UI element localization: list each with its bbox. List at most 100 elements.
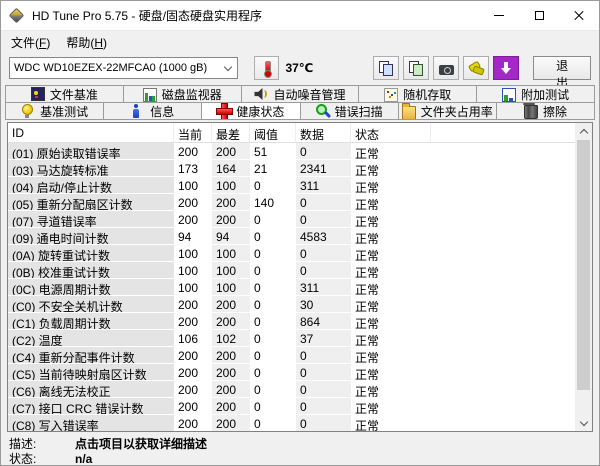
cell-filler (431, 313, 575, 330)
cell-filler (431, 296, 575, 313)
table-row[interactable]: (C7) 接口 CRC 错误计数20020000正常 (8, 398, 575, 415)
cell-id: (0C) 电源周期计数 (8, 279, 174, 296)
cell-data: 0 (296, 143, 351, 160)
cell-filler (431, 228, 575, 245)
vertical-scrollbar[interactable] (575, 123, 592, 431)
cell-id: (C1) 负载周期计数 (8, 313, 174, 330)
column-header-status[interactable]: 状态 (351, 123, 431, 142)
table-row[interactable]: (01) 原始读取错误率200200510正常 (8, 143, 575, 160)
column-header-id[interactable]: ID (8, 123, 174, 142)
cell-status: 正常 (351, 313, 431, 330)
temperature-button[interactable] (254, 56, 280, 80)
benchmark-icon (21, 104, 35, 118)
cell-data: 37 (296, 330, 351, 347)
tab-file-benchmark[interactable]: 文件基准 (5, 85, 124, 103)
cell-data: 0 (296, 364, 351, 381)
cell-status: 正常 (351, 211, 431, 228)
cell-worst: 94 (212, 228, 250, 245)
cell-filler (431, 347, 575, 364)
tab-error-scan[interactable]: 错误扫描 (300, 102, 399, 120)
cell-id: (09) 通电时间计数 (8, 228, 174, 245)
minimize-button[interactable] (479, 1, 519, 30)
column-header-worst[interactable]: 最差 (212, 123, 250, 142)
table-row[interactable]: (05) 重新分配扇区计数2002001400正常 (8, 194, 575, 211)
notes-icon (469, 61, 484, 75)
options-button[interactable] (463, 56, 489, 80)
table-row[interactable]: (C5) 当前待映射扇区计数20020000正常 (8, 364, 575, 381)
drive-select[interactable]: WDC WD10EZEX-22MFCA0 (1000 gB) (9, 57, 238, 79)
column-header-data[interactable]: 数据 (296, 123, 351, 142)
copy-info-button[interactable] (373, 56, 399, 80)
cell-status: 正常 (351, 279, 431, 296)
cell-current: 106 (174, 330, 212, 347)
table-row[interactable]: (0B) 校准重试计数10010000正常 (8, 262, 575, 279)
column-header-current[interactable]: 当前 (174, 123, 212, 142)
tab-disk-monitor[interactable]: 磁盘监视器 (123, 85, 242, 103)
cell-current: 100 (174, 245, 212, 262)
cell-data: 0 (296, 262, 351, 279)
cell-id: (C8) 写入错误率 (8, 415, 174, 432)
table-row[interactable]: (C1) 负载周期计数2002000864正常 (8, 313, 575, 330)
tab-benchmark[interactable]: 基准测试 (5, 102, 104, 120)
scrollbar-thumb[interactable] (577, 140, 590, 390)
cell-filler (431, 262, 575, 279)
table-row[interactable]: (C4) 重新分配事件计数20020000正常 (8, 347, 575, 364)
tab-info[interactable]: 信息 (103, 102, 202, 120)
scroll-down-button[interactable] (575, 415, 592, 431)
cell-status: 正常 (351, 262, 431, 279)
table-row[interactable]: (C8) 写入错误率20020000正常 (8, 415, 575, 432)
save-screenshot-button[interactable] (433, 56, 459, 80)
table-row[interactable]: (0A) 旋转重试计数10010000正常 (8, 245, 575, 262)
table-row[interactable]: (03) 马达旋转标准173164212341正常 (8, 160, 575, 177)
cell-worst: 200 (212, 296, 250, 313)
cell-current: 200 (174, 143, 212, 160)
random-access-icon (384, 88, 398, 102)
cell-status: 正常 (351, 296, 431, 313)
tab-extra-tests[interactable]: 附加测试 (476, 85, 595, 103)
cell-data: 0 (296, 415, 351, 432)
table-row[interactable]: (C0) 不安全关机计数200200030正常 (8, 296, 575, 313)
check-updates-button[interactable] (493, 56, 519, 80)
cell-status: 正常 (351, 364, 431, 381)
close-icon (573, 10, 585, 22)
tab-row-top: 文件基准磁盘监视器 自动噪音管理随机存取 附加测试 (5, 85, 595, 103)
menu-item-help[interactable]: 帮助(H) (58, 32, 115, 53)
table-header: ID当前最差阈值数据状态 (8, 123, 575, 143)
menu-item-file[interactable]: 文件(F) (3, 32, 58, 53)
cell-data: 0 (296, 347, 351, 364)
table-row[interactable]: (0C) 电源周期计数1001000311正常 (8, 279, 575, 296)
description-label: 描述: (9, 437, 75, 452)
copy-screenshot-button[interactable] (403, 56, 429, 80)
cell-threshold: 51 (250, 143, 296, 160)
cell-filler (431, 194, 575, 211)
close-button[interactable] (559, 1, 599, 30)
cell-threshold: 0 (250, 330, 296, 347)
table-row[interactable]: (04) 启动/停止计数1001000311正常 (8, 177, 575, 194)
health-icon (217, 104, 231, 118)
column-header-threshold[interactable]: 阈值 (250, 123, 296, 142)
tab-folder-usage[interactable]: 文件夹占用率 (398, 102, 497, 120)
cell-id: (C6) 离线无法校正 (8, 381, 174, 398)
exit-button[interactable]: 退出 (533, 56, 591, 80)
table-row[interactable]: (09) 通电时间计数949404583正常 (8, 228, 575, 245)
cell-worst: 200 (212, 364, 250, 381)
cell-current: 200 (174, 296, 212, 313)
cell-status: 正常 (351, 245, 431, 262)
cell-data: 0 (296, 211, 351, 228)
table-row[interactable]: (C6) 离线无法校正20020000正常 (8, 381, 575, 398)
status-label: 状态: (9, 452, 75, 466)
tab-health[interactable]: 健康状态 (201, 102, 300, 120)
cell-data: 0 (296, 381, 351, 398)
table-row[interactable]: (07) 寻道错误率20020000正常 (8, 211, 575, 228)
tab-erase[interactable]: 擦除 (496, 102, 595, 120)
table-row[interactable]: (C2) 温度106102037正常 (8, 330, 575, 347)
title-bar: HD Tune Pro 5.75 - 硬盘/固态硬盘实用程序 (1, 1, 599, 31)
maximize-button[interactable] (519, 1, 559, 30)
tab-acoustic-management[interactable]: 自动噪音管理 (241, 85, 360, 103)
cell-threshold: 0 (250, 364, 296, 381)
tab-label: 自动噪音管理 (273, 86, 345, 103)
tab-label: 附加测试 (521, 86, 569, 103)
tab-random-access[interactable]: 随机存取 (358, 85, 477, 103)
scroll-up-button[interactable] (575, 123, 592, 139)
cell-worst: 200 (212, 415, 250, 432)
